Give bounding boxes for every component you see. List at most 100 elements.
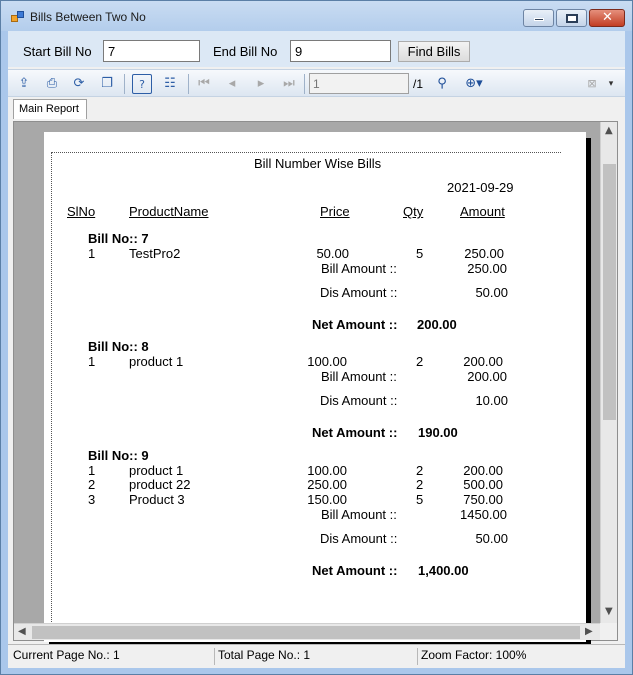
find-icon[interactable]: ⚲	[432, 74, 452, 94]
item-slno: 3	[88, 492, 96, 507]
item-price: 250.00	[307, 477, 347, 492]
item-product: Product 3	[129, 492, 185, 507]
end-bill-input[interactable]	[290, 40, 391, 62]
next-page-icon[interactable]: ▸	[251, 74, 271, 94]
last-page-icon[interactable]: ⏭	[279, 74, 299, 94]
scroll-corner	[600, 623, 617, 640]
refresh-icon[interactable]: ⟳	[69, 74, 89, 94]
item-product: product 22	[129, 477, 191, 492]
bill-amount-label: Bill Amount ::	[321, 261, 397, 276]
maximize-icon	[566, 14, 578, 23]
bill-amount-value: 1450.00	[460, 507, 507, 522]
client-area: Start Bill No End Bill No Find Bills ⇪ ⎙…	[8, 31, 625, 668]
item-slno: 2	[88, 477, 96, 492]
report-page: Bill Number Wise Bills 2021-09-29 SlNo P…	[44, 132, 586, 642]
item-amount: 750.00	[463, 492, 503, 507]
scroll-left-icon[interactable]: ◀	[18, 626, 26, 637]
prev-page-icon[interactable]: ◂	[222, 74, 242, 94]
group-tree-icon[interactable]: ☷	[160, 74, 180, 94]
item-price: 150.00	[307, 492, 347, 507]
item-qty: 2	[416, 463, 424, 478]
report-date: 2021-09-29	[447, 180, 514, 195]
minimize-button[interactable]	[523, 9, 554, 27]
item-price: 100.00	[307, 463, 347, 478]
help-icon[interactable]: ?	[132, 74, 152, 94]
app-icon	[11, 11, 25, 23]
horizontal-scroll-thumb[interactable]	[32, 626, 580, 639]
scroll-up-icon[interactable]: ▲	[605, 125, 613, 136]
status-zoom: Zoom Factor: 100%	[421, 648, 527, 662]
minimize-icon	[534, 18, 544, 21]
page-total-label: /1	[413, 77, 424, 91]
item-slno: 1	[88, 463, 96, 478]
tab-strip: Main Report	[8, 97, 625, 121]
item-amount: 200.00	[463, 463, 503, 478]
col-header-product: ProductName	[129, 204, 209, 219]
zoom-icon[interactable]: ⊕▾	[460, 74, 488, 94]
net-amount-value: 190.00	[418, 425, 458, 440]
maximize-button[interactable]	[556, 9, 587, 27]
bill-heading: Bill No:: 7	[88, 231, 149, 246]
item-slno: 1	[88, 354, 96, 369]
filter-bar: Start Bill No End Bill No Find Bills	[8, 31, 625, 67]
bill-heading: Bill No:: 9	[88, 448, 149, 463]
print-icon[interactable]: ⎙	[42, 74, 62, 94]
bill-amount-value: 200.00	[467, 369, 507, 384]
vertical-scroll-thumb[interactable]	[603, 164, 616, 420]
report-frame	[51, 152, 561, 632]
item-amount: 500.00	[463, 477, 503, 492]
item-product: TestPro2	[129, 246, 181, 261]
report-title: Bill Number Wise Bills	[254, 156, 382, 171]
title-bar[interactable]: Bills Between Two No ✕	[1, 1, 632, 31]
first-page-icon[interactable]: ⏮	[194, 74, 214, 94]
dis-amount-value: 50.00	[475, 531, 508, 546]
bill-amount-value: 250.00	[467, 261, 507, 276]
net-amount-label: Net Amount ::	[312, 317, 398, 332]
col-header-price: Price	[320, 204, 350, 219]
status-current-page: Current Page No.: 1	[10, 648, 215, 665]
bill-amount-label: Bill Amount ::	[321, 369, 397, 384]
dis-amount-label: Dis Amount ::	[320, 531, 398, 546]
report-viewer: Bill Number Wise Bills 2021-09-29 SlNo P…	[13, 121, 618, 648]
dis-amount-label: Dis Amount ::	[320, 393, 398, 408]
col-header-amount: Amount	[460, 204, 505, 219]
scroll-down-icon[interactable]: ▼	[605, 606, 613, 617]
overflow-chevron-icon[interactable]: ▾	[605, 74, 617, 94]
status-bar: Current Page No.: 1 Total Page No.: 1 Zo…	[8, 644, 625, 666]
item-qty: 2	[416, 354, 424, 369]
item-qty: 2	[416, 477, 424, 492]
close-icon[interactable]: ⊠	[582, 74, 602, 94]
item-qty: 5	[416, 492, 424, 507]
tab-main-report[interactable]: Main Report	[13, 99, 87, 119]
item-price: 50.00	[316, 246, 349, 261]
dis-amount-value: 10.00	[475, 393, 508, 408]
start-bill-label: Start Bill No	[23, 44, 92, 59]
bill-amount-label: Bill Amount ::	[321, 507, 397, 522]
net-amount-label: Net Amount ::	[312, 563, 398, 578]
item-slno: 1	[88, 246, 96, 261]
horizontal-scrollbar[interactable]: ◀ ▶	[14, 623, 600, 640]
copy-icon[interactable]: ❐	[97, 74, 117, 94]
item-amount: 250.00	[464, 246, 504, 261]
col-header-qty: Qty	[403, 204, 424, 219]
net-amount-value: 200.00	[417, 317, 457, 332]
item-product: product 1	[129, 354, 184, 369]
end-bill-label: End Bill No	[213, 44, 278, 59]
col-header-slno: SlNo	[67, 204, 96, 219]
item-product: product 1	[129, 463, 184, 478]
vertical-scrollbar[interactable]: ▲ ▼	[600, 122, 617, 623]
page-number-input[interactable]: 1	[309, 73, 409, 94]
close-window-button[interactable]: ✕	[589, 9, 625, 27]
start-bill-input[interactable]	[103, 40, 200, 62]
find-bills-button[interactable]: Find Bills	[398, 41, 470, 62]
close-icon: ✕	[602, 10, 613, 25]
item-price: 100.00	[307, 354, 347, 369]
status-total-page: Total Page No.: 1	[215, 648, 418, 665]
net-amount-label: Net Amount ::	[312, 425, 398, 440]
toolbar-separator	[124, 74, 125, 94]
export-icon[interactable]: ⇪	[14, 74, 34, 94]
dis-amount-value: 50.00	[475, 285, 508, 300]
item-qty: 5	[416, 246, 424, 261]
window-title: Bills Between Two No	[30, 10, 146, 24]
scroll-right-icon[interactable]: ▶	[585, 626, 593, 637]
